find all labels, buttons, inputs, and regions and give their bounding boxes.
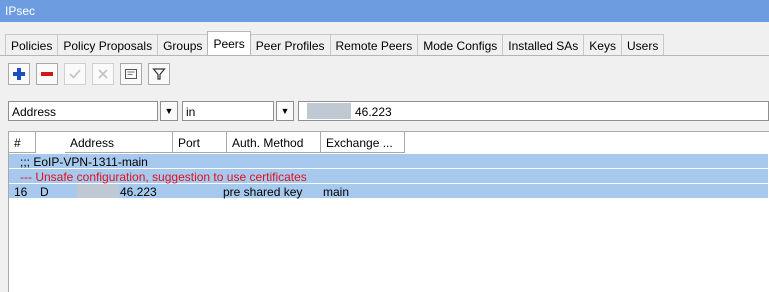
filter-field-select[interactable]: Address xyxy=(8,101,158,121)
remove-button[interactable] xyxy=(36,63,58,85)
cell-auth-method: pre shared key xyxy=(223,185,303,199)
cell-address: 46.223 xyxy=(120,185,157,199)
tab-remote-peers[interactable]: Remote Peers xyxy=(329,34,419,55)
filter-icon xyxy=(152,68,166,80)
tab-installed-sas[interactable]: Installed SAs xyxy=(502,34,585,55)
column-header-exchange[interactable]: Exchange ... xyxy=(321,132,405,153)
tab-divider xyxy=(0,55,769,56)
comment-button[interactable] xyxy=(120,63,142,85)
filter-value-text: 46.223 xyxy=(355,105,392,119)
tab-peers[interactable]: Peers xyxy=(207,31,251,55)
tab-policy-proposals[interactable]: Policy Proposals xyxy=(57,34,159,55)
column-header-address[interactable]: Address xyxy=(65,132,173,153)
plus-icon xyxy=(13,68,25,80)
tab-groups[interactable]: Groups xyxy=(157,34,209,55)
cell-number: 16 xyxy=(14,185,28,199)
column-header-port[interactable]: Port xyxy=(173,132,227,153)
peers-table: # Address Port Auth. Method Exchange ...… xyxy=(8,131,769,292)
table-header: # Address Port Auth. Method Exchange ... xyxy=(9,132,409,153)
filter-value-input[interactable]: 46.223 xyxy=(298,101,769,121)
cell-flag: D xyxy=(40,185,49,199)
tab-bar: Policies Policy Proposals Groups Peers P… xyxy=(0,22,769,55)
comment-row[interactable]: ;;; EoIP-VPN-1311-main xyxy=(9,154,768,169)
cell-exchange: main xyxy=(323,185,350,199)
check-icon xyxy=(69,69,81,79)
filter-field-dropdown[interactable]: ▼ xyxy=(160,101,178,121)
minus-icon xyxy=(41,72,53,76)
disable-button[interactable] xyxy=(92,63,114,85)
chevron-down-icon: ▼ xyxy=(280,106,290,116)
filter-operator-select[interactable]: in xyxy=(182,101,274,121)
tab-keys[interactable]: Keys xyxy=(583,34,622,55)
filter-button[interactable] xyxy=(148,63,170,85)
cross-icon xyxy=(98,69,108,79)
tab-policies[interactable]: Policies xyxy=(5,34,59,55)
redacted-block xyxy=(77,184,119,198)
comment-icon xyxy=(125,69,137,79)
window-title: IPsec xyxy=(0,0,769,22)
enable-button[interactable] xyxy=(64,63,86,85)
table-row[interactable]: 16 D 46.223 pre shared key main xyxy=(9,184,768,199)
toolbar xyxy=(8,63,170,87)
redacted-block xyxy=(307,103,351,119)
chevron-down-icon: ▼ xyxy=(164,106,174,116)
tab-peer-profiles[interactable]: Peer Profiles xyxy=(249,34,331,55)
warning-row[interactable]: --- Unsafe configuration, suggestion to … xyxy=(9,169,768,184)
column-header-auth-method[interactable]: Auth. Method xyxy=(227,132,321,153)
add-button[interactable] xyxy=(8,63,30,85)
filter-operator-dropdown[interactable]: ▼ xyxy=(276,101,294,121)
column-header-number[interactable]: # xyxy=(9,132,36,153)
tab-mode-configs[interactable]: Mode Configs xyxy=(417,34,504,55)
tab-users[interactable]: Users xyxy=(620,34,665,55)
